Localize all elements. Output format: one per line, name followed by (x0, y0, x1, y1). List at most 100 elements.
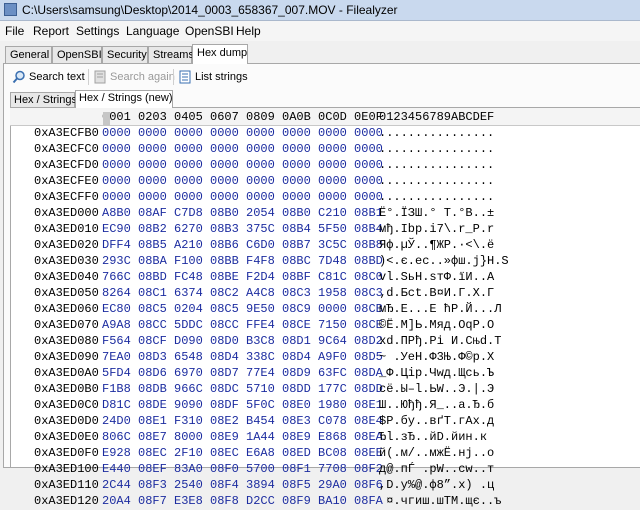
row-ascii: cё.Ы–l.ЬW..Э.|.Э (379, 382, 495, 396)
row-address: 0xA3ED0F0 (34, 446, 99, 460)
hex-row[interactable]: 0xA3ED020 DFF4 08B5 A210 08B6 C6D0 08B7 3… (10, 238, 640, 254)
hex-cursor (103, 112, 110, 126)
window-title: C:\Users\samsung\Desktop\2014_0003_65836… (22, 3, 398, 17)
hex-row[interactable]: 0xA3ED000 A8B0 08AF C7D8 08B0 2054 08B0 C… (10, 206, 640, 222)
row-hex-bytes: 20A4 08F7 E3E8 08F8 D2CC 08F9 BA10 08FA (102, 494, 383, 508)
tab-opensbi[interactable]: OpenSBI (52, 46, 102, 63)
row-hex-bytes: F1B8 08DB 966C 08DC 5710 08DD 177C 08DD (102, 382, 383, 396)
row-hex-bytes: 24D0 08E1 F310 08E2 B454 08E3 C078 08E4 (102, 414, 383, 428)
row-address: 0xA3ECFE0 (34, 174, 99, 188)
hex-row[interactable]: 0xA3ECFD0 0000 0000 0000 0000 0000 0000 0… (10, 158, 640, 174)
hex-row[interactable]: 0xA3ED0F0 E928 08EC 2F10 08EC E6A8 08ED B… (10, 446, 640, 462)
hex-row[interactable]: 0xA3ED0C0 D81C 08DE 9090 08DF 5F0C 08E0 1… (10, 398, 640, 414)
row-hex-bytes: F564 08CF D090 08D0 B3C8 08D1 9C64 08D2 (102, 334, 383, 348)
row-address: 0xA3ED060 (34, 302, 99, 316)
row-ascii: й(.м/..мжЁ.нј..о (379, 446, 495, 460)
row-hex-bytes: 0000 0000 0000 0000 0000 0000 0000 0000 (102, 174, 383, 188)
hex-row[interactable]: 0xA3ED080 F564 08CF D090 08D0 B3C8 08D1 9… (10, 334, 640, 350)
row-hex-bytes: E440 08EF 83A0 08F0 5700 08F1 7708 08F2 (102, 462, 383, 476)
row-address: 0xA3ED050 (34, 286, 99, 300)
tab-hex-strings[interactable]: Hex / Strings (10, 92, 77, 108)
row-ascii: д@.пЃ .рW..сw..т (379, 462, 495, 476)
row-ascii: ,D.у%@.ф8”.х) .ц (379, 478, 495, 492)
row-address: 0xA3ED010 (34, 222, 99, 236)
tab-hex-strings-new[interactable]: Hex / Strings (new) (75, 90, 173, 108)
row-hex-bytes: E928 08EC 2F10 08EC E6A8 08ED BC08 08EE (102, 446, 383, 460)
row-hex-bytes: 0000 0000 0000 0000 0000 0000 0000 0000 (102, 190, 383, 204)
hex-sub-tabs: Hex / Strings Hex / Strings (new) (10, 90, 639, 108)
menu-report[interactable]: Report (33, 24, 69, 38)
row-hex-bytes: 2C44 08F3 2540 08F4 3894 08F5 29A0 08F6 (102, 478, 383, 492)
menu-language[interactable]: Language (126, 24, 179, 38)
hex-row[interactable]: 0xA3ED0E0 806C 08E7 8000 08E9 1A44 08E9 E… (10, 430, 640, 446)
menu-settings[interactable]: Settings (76, 24, 119, 38)
list-strings-icon (178, 70, 192, 84)
row-ascii: ................ (379, 126, 495, 140)
app-icon (4, 3, 17, 16)
tab-streams[interactable]: Streams (148, 46, 194, 63)
row-hex-bytes: EC80 08C5 0204 08C5 9E50 08C9 0000 08CB (102, 302, 383, 316)
menu-help[interactable]: Help (236, 24, 261, 38)
row-hex-bytes: 7EA0 08D3 6548 08D4 338C 08D4 A9F0 08D5 (102, 350, 383, 364)
hex-row[interactable]: 0xA3ED040 766C 08BD FC48 08BE F2D4 08BF C… (10, 270, 640, 286)
hex-row[interactable]: 0xA3ED110 2C44 08F3 2540 08F4 3894 08F5 2… (10, 478, 640, 494)
row-address: 0xA3ECFD0 (34, 158, 99, 172)
hex-row[interactable]: 0xA3ED050 8264 08C1 6374 08C2 A4C8 08C3 1… (10, 286, 640, 302)
row-address: 0xA3ED0D0 (34, 414, 99, 428)
row-address: 0xA3ED100 (34, 462, 99, 476)
hex-row[interactable]: 0xA3ECFE0 0000 0000 0000 0000 0000 0000 0… (10, 174, 640, 190)
hex-row[interactable]: 0xA3ED100 E440 08EF 83A0 08F0 5700 08F1 7… (10, 462, 640, 478)
row-hex-bytes: A8B0 08AF C7D8 08B0 2054 08B0 C210 08B1 (102, 206, 383, 220)
hex-row[interactable]: 0xA3ED010 EC90 08B2 6270 08B3 375C 08B4 5… (10, 222, 640, 238)
hex-row[interactable]: 0xA3ECFF0 0000 0000 0000 0000 0000 0000 0… (10, 190, 640, 206)
row-hex-bytes: D81C 08DE 9090 08DF 5F0C 08E0 1980 08E1 (102, 398, 383, 412)
hex-row[interactable]: 0xA3ED0A0 5FD4 08D6 6970 08D7 77E4 08D9 6… (10, 366, 640, 382)
hex-row[interactable]: 0xA3ED0B0 F1B8 08DB 966C 08DC 5710 08DD 1… (10, 382, 640, 398)
menu-bar: File Report Settings Language OpenSBI He… (0, 21, 640, 41)
row-ascii: ¤.чгиш.шТМ.щє..ъ (379, 494, 502, 508)
menu-opensbi[interactable]: OpenSBI (185, 24, 234, 38)
list-strings-label: List strings (195, 71, 248, 83)
row-ascii: ~ .УеН.Ф3Њ.Ф©р.Х (379, 350, 495, 364)
row-address: 0xA3ED090 (34, 350, 99, 364)
row-ascii: Ш..Юђђ.Я_..а.Ђ.б (379, 398, 495, 412)
row-address: 0xA3ED030 (34, 254, 99, 268)
row-address: 0xA3ED0A0 (34, 366, 99, 380)
hex-row[interactable]: 0xA3ED120 20A4 08F7 E3E8 08F8 D2CC 08F9 B… (10, 494, 640, 510)
row-address: 0xA3ED000 (34, 206, 99, 220)
hex-row[interactable]: 0xA3ED060 EC80 08C5 0204 08C5 9E50 08C9 0… (10, 302, 640, 318)
hex-row[interactable]: 0xA3ED030 293C 08BA F100 08BB F4F8 08BC 7… (10, 254, 640, 270)
tab-general[interactable]: General (5, 46, 52, 63)
row-hex-bytes: 0000 0000 0000 0000 0000 0000 0000 0000 (102, 158, 383, 172)
row-ascii: ................ (379, 174, 495, 188)
hex-header-offsets: 0001 0203 0405 0607 0809 0A0B 0C0D 0E0F (102, 110, 383, 124)
row-address: 0xA3ECFF0 (34, 190, 99, 204)
row-hex-bytes: 8264 08C1 6374 08C2 A4C8 08C3 1958 08C3 (102, 286, 383, 300)
search-text-label: Search text (29, 71, 85, 83)
row-ascii: мђ.Ibp.i7\.r_P.r (379, 222, 495, 236)
row-hex-bytes: 0000 0000 0000 0000 0000 0000 0000 0000 (102, 126, 383, 140)
row-ascii: ................ (379, 158, 495, 172)
tab-hex-dump[interactable]: Hex dump (192, 44, 248, 64)
row-ascii: Ђl.зЂ..йD.йин.к (379, 430, 488, 444)
hex-row[interactable]: 0xA3ED090 7EA0 08D3 6548 08D4 338C 08D4 A… (10, 350, 640, 366)
row-ascii: $Р.бу..вґТ.гАх.д (379, 414, 495, 428)
hex-row[interactable]: 0xA3ED070 A9A8 08CC 5DDC 08CC FFE4 08CE 7… (10, 318, 640, 334)
row-address: 0xA3ED120 (34, 494, 99, 508)
hex-row[interactable]: 0xA3ED0D0 24D0 08E1 F310 08E2 B454 08E3 C… (10, 414, 640, 430)
menu-file[interactable]: File (5, 24, 24, 38)
row-address: 0xA3ED0C0 (34, 398, 99, 412)
row-address: 0xA3ED110 (34, 478, 99, 492)
tab-security[interactable]: Security (102, 46, 148, 63)
search-again-label: Search again (110, 71, 175, 83)
hex-row[interactable]: 0xA3ECFB0 0000 0000 0000 0000 0000 0000 0… (10, 126, 640, 142)
hex-row[interactable]: 0xA3ECFC0 0000 0000 0000 0000 0000 0000 0… (10, 142, 640, 158)
search-again-button[interactable]: Search again (93, 68, 175, 86)
row-address: 0xA3ECFC0 (34, 142, 99, 156)
search-text-button[interactable]: Search text (12, 68, 85, 86)
row-hex-bytes: DFF4 08B5 A210 08B6 C6D0 08B7 3C5C 08B8 (102, 238, 383, 252)
toolbar: Search text Search again List strings (3, 64, 639, 90)
list-strings-button[interactable]: List strings (178, 68, 248, 86)
row-hex-bytes: 766C 08BD FC48 08BE F2D4 08BF C81C 08C0 (102, 270, 383, 284)
title-bar: C:\Users\samsung\Desktop\2014_0003_65836… (0, 0, 640, 21)
